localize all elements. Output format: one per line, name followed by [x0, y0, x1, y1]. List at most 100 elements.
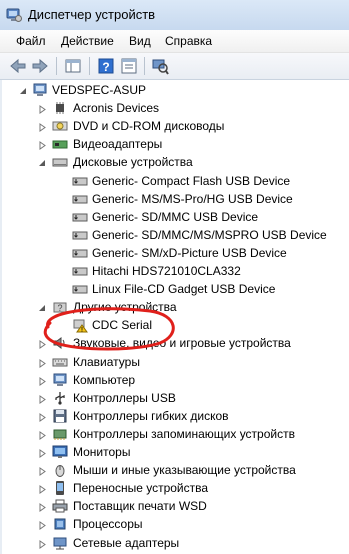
tree-device[interactable]: Hitachi HDS721010CLA332 — [2, 262, 349, 280]
usb-icon — [52, 390, 68, 406]
tree-item-label: Дисковые устройства — [73, 155, 193, 170]
tree-item-label: Мыши и иные указывающие устройства — [73, 463, 296, 478]
properties-icon — [121, 58, 137, 74]
monitor-icon — [52, 444, 68, 460]
console-tree-icon — [65, 59, 81, 73]
toolbar: ? — [0, 53, 349, 80]
tree-device[interactable]: Generic- SM/xD-Picture USB Device — [2, 244, 349, 262]
tree-category[interactable]: Мыши и иные указывающие устройства — [2, 461, 349, 479]
expand-arrow-icon[interactable] — [38, 393, 47, 404]
disk-drive-icon — [52, 154, 68, 170]
tree-category[interactable]: Поставщик печати WSD — [2, 497, 349, 515]
svg-text:?: ? — [57, 303, 62, 313]
expand-arrow-icon[interactable] — [38, 139, 47, 151]
tree-category[interactable]: Компьютер — [2, 371, 349, 389]
tree-category[interactable]: Звуковые, видео и игровые устройства — [2, 334, 349, 352]
expand-arrow-icon[interactable] — [38, 483, 47, 495]
expand-arrow-icon[interactable] — [38, 357, 47, 368]
device-tree[interactable]: VEDSPEC-ASUP Acronis Devices DVD и CD-ROM … — [0, 80, 349, 554]
show-hide-tree-button[interactable] — [63, 56, 83, 76]
title-bar[interactable]: Диспетчер устройств — [0, 0, 349, 30]
tree-category[interactable]: Сетевые адаптеры — [2, 534, 349, 552]
forward-button[interactable] — [30, 56, 50, 76]
drive-icon — [72, 281, 88, 297]
tree-item-label: Переносные устройства — [73, 481, 209, 496]
expand-arrow-icon[interactable] — [38, 447, 47, 458]
tree-item-label: Видеоадаптеры — [73, 137, 163, 152]
collapse-arrow-icon[interactable] — [19, 85, 28, 94]
tree-item-label: Сетевые адаптеры — [73, 535, 180, 550]
expand-arrow-icon[interactable] — [38, 375, 47, 386]
tree-category[interactable]: Дисковые устройства — [2, 153, 349, 171]
tree-category[interactable]: Контроллеры гибких дисков — [2, 407, 349, 425]
portable-device-icon — [52, 480, 68, 496]
drive-icon — [72, 263, 88, 279]
speaker-icon — [52, 335, 68, 351]
collapse-arrow-icon[interactable] — [38, 157, 47, 167]
tree-category[interactable]: Процессоры — [2, 515, 349, 533]
drive-icon — [72, 209, 88, 225]
tree-item-label: Мониторы — [73, 445, 131, 459]
back-arrow-icon — [10, 58, 26, 74]
collapse-arrow-icon[interactable] — [38, 302, 47, 312]
toolbar-separator — [56, 57, 57, 75]
tree-item-label: Поставщик печати WSD — [73, 499, 207, 514]
tree-item-label: Generic- SD/MMC/MS/MSPRO USB Device — [92, 227, 327, 242]
tree-category[interactable]: Переносные устройства — [2, 479, 349, 497]
tree-category[interactable]: Клавиатуры — [2, 353, 349, 371]
expand-arrow-icon[interactable] — [38, 121, 47, 133]
tree-category[interactable]: Acronis Devices — [2, 99, 349, 117]
tree-device[interactable]: Generic- MS/MS-Pro/HG USB Device — [2, 190, 349, 208]
menu-file[interactable]: Файл — [16, 34, 46, 48]
menu-view[interactable]: Вид — [129, 34, 151, 48]
expand-arrow-icon[interactable] — [38, 465, 47, 477]
printer-icon — [52, 498, 68, 514]
expand-arrow-icon[interactable] — [38, 538, 47, 549]
help-button[interactable]: ? — [96, 56, 116, 76]
tree-root[interactable]: VEDSPEC-ASUP — [2, 81, 349, 99]
menu-bar: Файл Действие Вид Справка — [0, 30, 349, 53]
mouse-icon — [52, 462, 68, 478]
display-adapter-icon — [52, 136, 68, 152]
tree-item-label: Generic- MS/MS-Pro/HG USB Device — [92, 191, 293, 206]
keyboard-icon — [52, 354, 68, 370]
drive-icon — [72, 227, 88, 243]
storage-controller-icon — [52, 426, 68, 442]
tree-item-label: Hitachi HDS721010CLA332 — [92, 264, 241, 278]
unknown-device-icon: ? — [52, 299, 68, 315]
tree-category[interactable]: Контроллеры USB — [2, 389, 349, 407]
computer-icon — [32, 82, 48, 98]
tree-category[interactable]: DVD и CD-ROM дисководы — [2, 117, 349, 135]
expand-arrow-icon[interactable] — [38, 501, 47, 513]
tree-item-label: Контроллеры USB — [73, 390, 176, 405]
menu-action[interactable]: Действие — [61, 34, 114, 48]
scan-hardware-button[interactable] — [150, 56, 170, 76]
tree-device[interactable]: Generic- SD/MMC/MS/MSPRO USB Device — [2, 226, 349, 244]
expand-arrow-icon[interactable] — [38, 338, 47, 350]
floppy-controller-icon — [52, 408, 68, 424]
tree-category[interactable]: Видеоадаптеры — [2, 135, 349, 153]
network-adapter-icon — [52, 535, 68, 551]
properties-button[interactable] — [119, 56, 139, 76]
window-title: Диспетчер устройств — [28, 7, 156, 22]
tree-item-label: Процессоры — [73, 517, 143, 532]
back-button[interactable] — [8, 56, 28, 76]
expand-arrow-icon[interactable] — [38, 519, 47, 531]
drive-icon — [72, 191, 88, 207]
tree-category[interactable]: Контроллеры запоминающих устройств — [2, 425, 349, 443]
tree-category[interactable]: ? Другие устройства — [2, 298, 349, 316]
toolbar-separator — [144, 57, 145, 75]
tree-device[interactable]: Generic- SD/MMC USB Device — [2, 208, 349, 226]
tree-item-label: Контроллеры гибких дисков — [73, 408, 229, 423]
tree-device[interactable]: ! CDC Serial — [2, 316, 349, 334]
expand-arrow-icon[interactable] — [38, 411, 47, 422]
tree-item-label: Generic- SD/MMC USB Device — [92, 209, 259, 224]
tree-device[interactable]: Generic- Compact Flash USB Device — [2, 172, 349, 190]
tree-category[interactable]: Мониторы — [2, 443, 349, 461]
tree-item-label: CDC Serial — [92, 318, 153, 333]
menu-help[interactable]: Справка — [165, 34, 212, 48]
tree-item-label: Звуковые, видео и игровые устройства — [73, 336, 291, 351]
tree-device[interactable]: Linux File-CD Gadget USB Device — [2, 280, 349, 298]
expand-arrow-icon[interactable] — [38, 429, 47, 440]
expand-arrow-icon[interactable] — [38, 103, 47, 115]
